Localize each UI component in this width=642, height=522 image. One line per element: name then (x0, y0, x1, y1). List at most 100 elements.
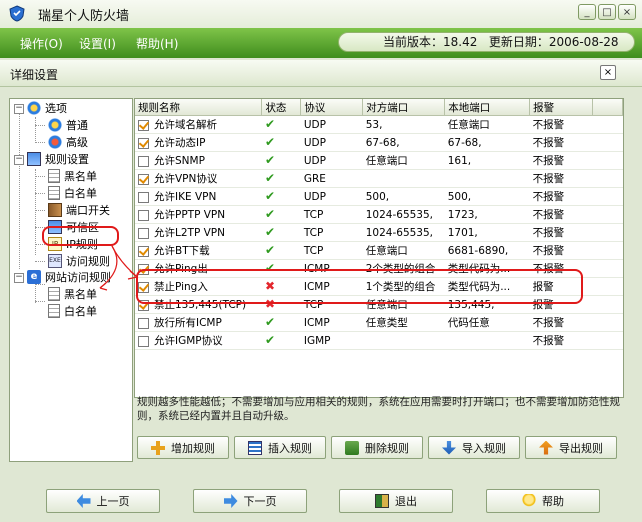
maximize-button[interactable]: □ (598, 4, 616, 20)
document-icon (48, 287, 60, 301)
next-page-button[interactable]: 下一页 (193, 489, 307, 513)
close-window-button[interactable]: × (618, 4, 636, 20)
protocol-cell: UDP (300, 187, 363, 206)
status-cell: ✔ (261, 205, 301, 224)
rule-name-cell: 允许IKE VPN (135, 187, 262, 206)
rule-enabled-checkbox[interactable] (138, 155, 149, 167)
row-filler (592, 169, 623, 188)
menu-settings[interactable]: 设置(I) (79, 35, 116, 52)
rules-table-container: 规则名称 状态 协议 对方端口 本地端口 报警 允许域名解析 ✔ UDP 53, 任意端… (134, 98, 624, 398)
remote-port-cell: 1024-65535, (362, 205, 445, 224)
import-rule-button[interactable]: 导入规则 (428, 436, 520, 459)
rule-enabled-checkbox[interactable] (138, 137, 149, 149)
table-header-row: 规则名称 状态 协议 对方端口 本地端口 报警 (135, 99, 623, 116)
rule-enabled-checkbox[interactable] (138, 173, 149, 185)
local-port-cell: 1723, (444, 205, 530, 224)
row-filler (592, 151, 623, 170)
tree-node-general[interactable]: 普通 (48, 117, 88, 133)
prev-page-button[interactable]: 上一页 (46, 489, 160, 513)
protocol-cell: UDP (300, 151, 363, 170)
tree-node-web-blacklist[interactable]: 黑名单 (48, 286, 97, 302)
rule-enabled-checkbox[interactable] (138, 209, 149, 221)
rule-name-label: 允许IKE VPN (154, 191, 217, 203)
protocol-cell: TCP (300, 241, 363, 260)
tree-node-access-rules[interactable]: EXE 访问规则 (48, 253, 110, 269)
col-header-protocol[interactable]: 协议 (300, 99, 364, 116)
alarm-cell: 不报警 (529, 151, 593, 170)
rule-enabled-checkbox[interactable] (138, 191, 149, 203)
ip-rules-highlight (42, 226, 119, 246)
export-arrow-icon (539, 440, 553, 455)
expand-options-toggle[interactable]: − (14, 104, 24, 114)
remote-port-cell: 任意端口 (362, 151, 445, 170)
status-cell: ✔ (261, 223, 301, 242)
table-row[interactable]: 允许PPTP VPN ✔ TCP 1024-65535, 1723, 不报警 (135, 205, 623, 224)
arrow-left-icon (76, 494, 91, 508)
rule-enabled-checkbox[interactable] (138, 317, 149, 329)
update-date-label: 更新日期：2006-08-28 (488, 35, 619, 49)
tree-node-web-access-rules[interactable]: e 网站访问规则 (27, 269, 111, 285)
col-header-local-port[interactable]: 本地端口 (444, 99, 531, 116)
export-rule-button[interactable]: 导出规则 (525, 436, 617, 459)
delete-rule-button[interactable]: 删除规则 (331, 436, 423, 459)
insert-rule-button[interactable]: 插入规则 (234, 436, 326, 459)
rule-name-cell: 允许动态IP (135, 133, 262, 152)
table-row[interactable]: 允许SNMP ✔ UDP 任意端口 161, 不报警 (135, 151, 623, 170)
col-header-rule-name[interactable]: 规则名称 (135, 99, 263, 116)
col-header-status[interactable]: 状态 (261, 99, 302, 116)
row-filler (592, 115, 623, 134)
rule-enabled-checkbox[interactable] (138, 245, 149, 257)
port-icon (48, 203, 62, 217)
rule-name-label: 允许L2TP VPN (154, 227, 225, 239)
rule-enabled-checkbox[interactable] (138, 119, 149, 131)
protocol-cell: ICMP (300, 313, 363, 332)
table-row[interactable]: 允许VPN协议 ✔ GRE 不报警 (135, 169, 623, 188)
tree-node-blacklist[interactable]: 黑名单 (48, 168, 97, 184)
rule-name-label: 允许域名解析 (154, 119, 217, 131)
help-button[interactable]: 帮助 (486, 489, 600, 513)
dialog-close-button[interactable]: × (600, 65, 616, 80)
local-port-cell: 6681-6890, (444, 241, 530, 260)
import-arrow-icon (442, 440, 456, 455)
table-row[interactable]: 允许IGMP协议 ✔ IGMP 不报警 (135, 331, 623, 350)
rule-enabled-checkbox[interactable] (138, 335, 149, 347)
rule-name-label: 放行所有ICMP (154, 317, 222, 329)
minimize-button[interactable]: _ (578, 4, 596, 20)
menu-help[interactable]: 帮助(H) (136, 35, 178, 52)
table-row[interactable]: 允许动态IP ✔ UDP 67-68, 67-68, 不报警 (135, 133, 623, 152)
col-header-filler (592, 99, 623, 116)
alarm-cell: 不报警 (529, 205, 593, 224)
tree-node-port-switch[interactable]: 端口开关 (48, 202, 110, 218)
tree-node-whitelist[interactable]: 白名单 (48, 185, 97, 201)
rule-name-label: 允许BT下载 (154, 245, 210, 257)
exit-button[interactable]: 退出 (339, 489, 453, 513)
rule-enabled-checkbox[interactable] (138, 227, 149, 239)
table-row[interactable]: 允许IKE VPN ✔ UDP 500, 500, 不报警 (135, 187, 623, 206)
tree-node-options[interactable]: 选项 (27, 100, 67, 116)
rule-name-cell: 允许VPN协议 (135, 169, 262, 188)
table-row[interactable]: 允许BT下载 ✔ TCP 任意端口 6681-6890, 不报警 (135, 241, 623, 260)
alarm-cell: 不报警 (529, 115, 593, 134)
protocol-cell: GRE (300, 169, 363, 188)
add-rule-button[interactable]: 增加规则 (137, 436, 229, 459)
col-header-alarm[interactable]: 报警 (529, 99, 594, 116)
col-header-remote-port[interactable]: 对方端口 (362, 99, 446, 116)
window-controls: _ □ × (578, 4, 636, 20)
tree-node-web-whitelist[interactable]: 白名单 (48, 303, 97, 319)
tree-node-rules-settings[interactable]: 规则设置 (27, 151, 89, 167)
table-row[interactable]: 允许域名解析 ✔ UDP 53, 任意端口 不报警 (135, 115, 623, 134)
table-row[interactable]: 允许L2TP VPN ✔ TCP 1024-65535, 1701, 不报警 (135, 223, 623, 242)
app-titlebar: 瑞星个人防火墙 _ □ × (0, 0, 642, 29)
expand-web-rules-toggle[interactable]: − (14, 273, 24, 283)
tree-node-advanced[interactable]: 高级 (48, 134, 88, 150)
table-row[interactable]: 放行所有ICMP ✔ ICMP 任意类型 代码任意 不报警 (135, 313, 623, 332)
remote-port-cell: 1024-65535, (362, 223, 445, 242)
alarm-cell: 不报警 (529, 313, 593, 332)
gear-icon (27, 101, 41, 115)
local-port-cell: 代码任意 (444, 313, 530, 332)
expand-rules-toggle[interactable]: − (14, 155, 24, 165)
lightbulb-icon (522, 494, 536, 508)
rule-name-cell: 允许PPTP VPN (135, 205, 262, 224)
shield-icon (9, 5, 25, 22)
menu-operation[interactable]: 操作(O) (20, 35, 63, 52)
